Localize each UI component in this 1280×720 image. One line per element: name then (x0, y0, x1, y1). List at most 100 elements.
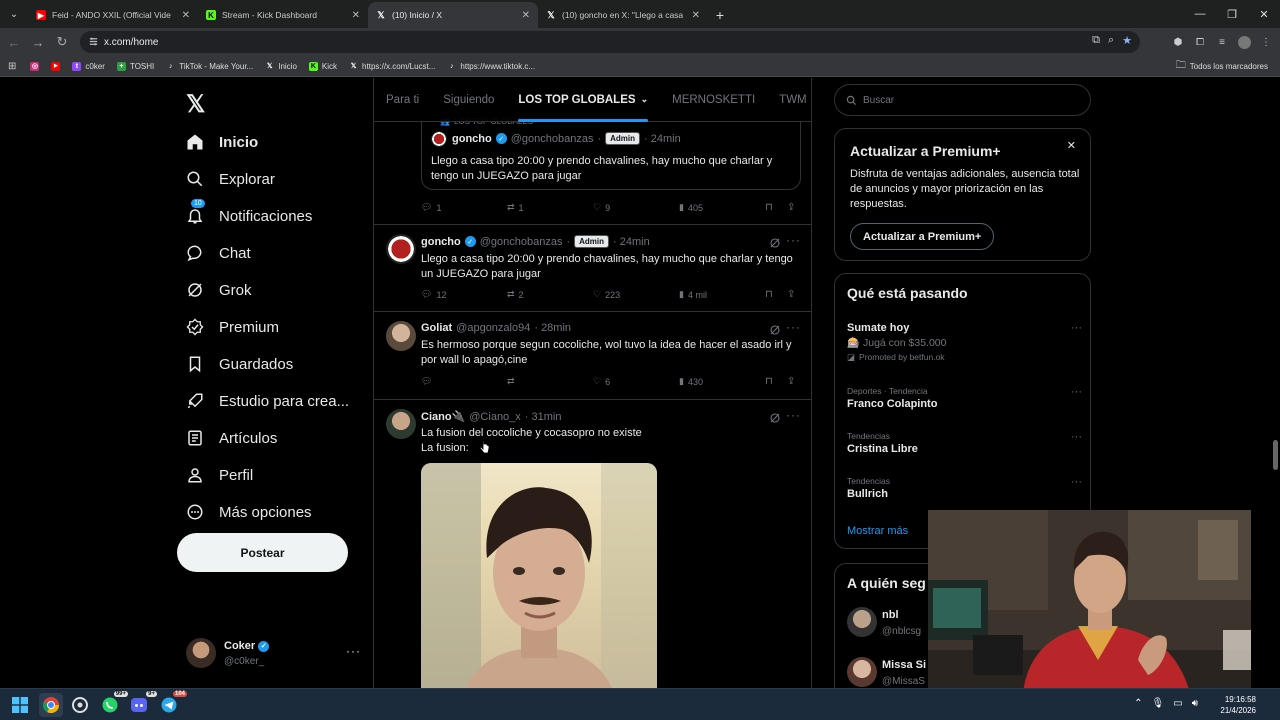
more-horizontal-icon[interactable]: ··· (1071, 431, 1082, 443)
bookmark-item[interactable]: 𝕏 Inicio (265, 62, 297, 71)
author-name[interactable]: goncho (421, 236, 461, 248)
bookmark-item[interactable]: t c0ker (72, 61, 105, 71)
trend-item[interactable]: Tendencias Bullrich ··· (847, 476, 1082, 500)
trend-item[interactable]: Tendencias Cristina Libre ··· (847, 431, 1082, 455)
bookmark-item[interactable]: ▶ (51, 61, 61, 71)
back-icon[interactable]: ← (2, 30, 26, 54)
browser-tab-active[interactable]: 𝕏 (10) Inicio / X ✕ (368, 2, 538, 28)
author-name[interactable]: Ciano🔌 (421, 410, 465, 423)
windows-start-icon[interactable] (8, 693, 32, 717)
tab-twm[interactable]: TWM (767, 78, 811, 122)
new-tab-button[interactable]: + (708, 2, 732, 28)
tab-siguiendo[interactable]: Siguiendo (431, 78, 506, 122)
bookmark-item[interactable]: + TOSHI (116, 61, 154, 71)
all-bookmarks-folder[interactable]: 🗀 Todos los marcadores (1176, 58, 1268, 75)
volume-icon[interactable]: 🔊︎ (1192, 698, 1198, 709)
repost-button[interactable]: ⇄ 2 (507, 289, 524, 300)
like-button[interactable]: ♡ 6 (593, 376, 610, 387)
close-window-icon[interactable]: ✕ (1248, 0, 1280, 28)
more-horizontal-icon[interactable]: ··· (786, 233, 801, 247)
tweet[interactable]: Ciano🔌 @Ciano_x · 31min ··· La fusion de… (374, 400, 811, 688)
tweet[interactable]: goncho ✓ @gonchobanzas · Admin · 24min ·… (374, 225, 811, 312)
address-bar[interactable]: x.com/home ⧉ ⌕ ★ (80, 31, 1140, 53)
views-button[interactable]: ▮ 405 (679, 202, 703, 213)
nav-item-mas-opciones[interactable]: Más opciones (186, 497, 312, 527)
scrollbar-thumb[interactable] (1273, 440, 1278, 470)
close-tab-icon[interactable]: ✕ (692, 10, 700, 21)
tab-los-top-globales[interactable]: LOS TOP GLOBALES ⌄ (506, 78, 660, 122)
network-icon[interactable]: ▭ (1173, 698, 1182, 709)
tweet[interactable]: Goliat @apgonzalo94 · 28min ··· Es hermo… (374, 312, 811, 454)
avatar[interactable] (386, 234, 416, 264)
more-horizontal-icon[interactable]: ··· (786, 408, 801, 422)
bookmark-item[interactable]: 𝕏https://x.com/Lucst... (349, 62, 436, 71)
nav-item-perfil[interactable]: Perfil (186, 460, 253, 490)
like-button[interactable]: ♡ 9 (593, 202, 610, 213)
site-info-icon[interactable] (88, 36, 99, 47)
share-button[interactable]: ⇪ (787, 289, 795, 300)
tab-mernosketti[interactable]: MERNOSKETTI (660, 78, 767, 122)
views-button[interactable]: ▮ 4 mil (679, 289, 707, 300)
close-tab-icon[interactable]: ✕ (352, 10, 360, 21)
cast-icon[interactable]: ⧉ (1092, 34, 1100, 47)
nav-item-notificaciones[interactable]: 10 Notificaciones (186, 199, 312, 231)
avatar[interactable] (847, 657, 877, 687)
tweet-media-image[interactable] (421, 463, 657, 688)
trend-item[interactable]: Deportes · Tendencia Franco Colapinto ··… (847, 386, 1082, 410)
discord-taskbar-icon[interactable]: 9+ (127, 691, 157, 717)
quoted-tweet[interactable]: 👥LOS TOP GLOBALES goncho ✓ @gonchobanzas… (421, 117, 801, 190)
bookmark-button[interactable]: ⊓ (765, 289, 773, 300)
bookmark-star-icon[interactable]: ★ (1122, 34, 1132, 47)
share-button[interactable]: ⇪ (787, 202, 795, 213)
nav-item-premium[interactable]: Premium (186, 312, 279, 342)
author-handle[interactable]: @apgonzalo94 (456, 322, 530, 334)
grok-icon[interactable] (769, 412, 781, 424)
nav-item-estudio[interactable]: Estudio para crea... (186, 386, 349, 416)
repost-button[interactable]: ⇄ 1 (507, 202, 524, 213)
bookmark-button[interactable]: ⊓ (765, 376, 773, 387)
tweet-time[interactable]: · 24min (613, 236, 650, 248)
media-control-icon[interactable]: ≡ (1214, 32, 1230, 52)
zoom-icon[interactable]: ⌕ (1108, 34, 1114, 47)
x-logo-icon[interactable]: 𝕏 (186, 90, 205, 119)
bookmark-item[interactable]: ♪ TikTok - Make Your... (166, 62, 253, 71)
reload-icon[interactable]: ↻ (50, 30, 74, 54)
author-name[interactable]: Goliat (421, 322, 452, 334)
tweet-time[interactable]: · 31min (525, 411, 562, 423)
system-clock[interactable]: 19:16:58 21/4/2026 (1220, 694, 1256, 716)
close-tab-icon[interactable]: ✕ (182, 10, 190, 21)
browser-tab[interactable]: K Stream - Kick Dashboard ✕ (198, 2, 368, 28)
avatar[interactable] (847, 607, 877, 637)
bookmark-item[interactable]: ♪ https://www.tiktok.c... (447, 62, 535, 71)
maximize-icon[interactable]: ❐ (1216, 0, 1248, 28)
whatsapp-taskbar-icon[interactable]: 99+ (98, 691, 128, 717)
grok-icon[interactable] (769, 324, 781, 336)
more-horizontal-icon[interactable]: ··· (1071, 386, 1082, 398)
forward-icon[interactable]: → (26, 30, 50, 54)
author-handle[interactable]: @gonchobanzas (480, 236, 563, 248)
avatar[interactable] (386, 409, 416, 439)
browser-tab[interactable]: ▶ Feid - ANDO XXIL (Official Vide ✕ (28, 2, 198, 28)
tweet[interactable]: 👥LOS TOP GLOBALES goncho ✓ @gonchobanzas… (374, 117, 811, 225)
close-tab-icon[interactable]: ✕ (522, 10, 530, 21)
apps-grid-icon[interactable]: ⊞ (8, 61, 16, 72)
tab-search-icon[interactable]: ⌄ (0, 0, 28, 28)
views-button[interactable]: ▮ 430 (679, 376, 703, 387)
search-input[interactable]: Buscar (834, 84, 1091, 116)
nav-item-guardados[interactable]: Guardados (186, 349, 293, 379)
follow-name[interactable]: Missa Si (882, 659, 926, 671)
tweet-time[interactable]: · 28min (534, 322, 571, 334)
promoted-trend[interactable]: Sumate hoy 🎰 Jugá con $35.000 ◪ Promoted … (847, 322, 1082, 363)
chevron-up-icon[interactable]: ⌃ (1134, 698, 1142, 709)
reply-button[interactable]: 💬︎ (421, 376, 436, 387)
nav-item-explorar[interactable]: Explorar (186, 164, 275, 194)
nav-item-inicio[interactable]: Inicio (186, 127, 258, 157)
bookmark-item[interactable]: K Kick (308, 61, 337, 71)
close-icon[interactable]: ✕ (1067, 139, 1076, 152)
post-button[interactable]: Postear (177, 533, 348, 572)
telegram-taskbar-icon[interactable]: 104 (157, 691, 187, 717)
nav-item-grok[interactable]: Grok (186, 275, 252, 305)
browser-tab[interactable]: 𝕏 (10) goncho en X: "Llego a casa ✕ (538, 2, 708, 28)
repost-button[interactable]: ⇄ (507, 376, 519, 387)
chrome-taskbar-icon[interactable] (39, 693, 63, 717)
